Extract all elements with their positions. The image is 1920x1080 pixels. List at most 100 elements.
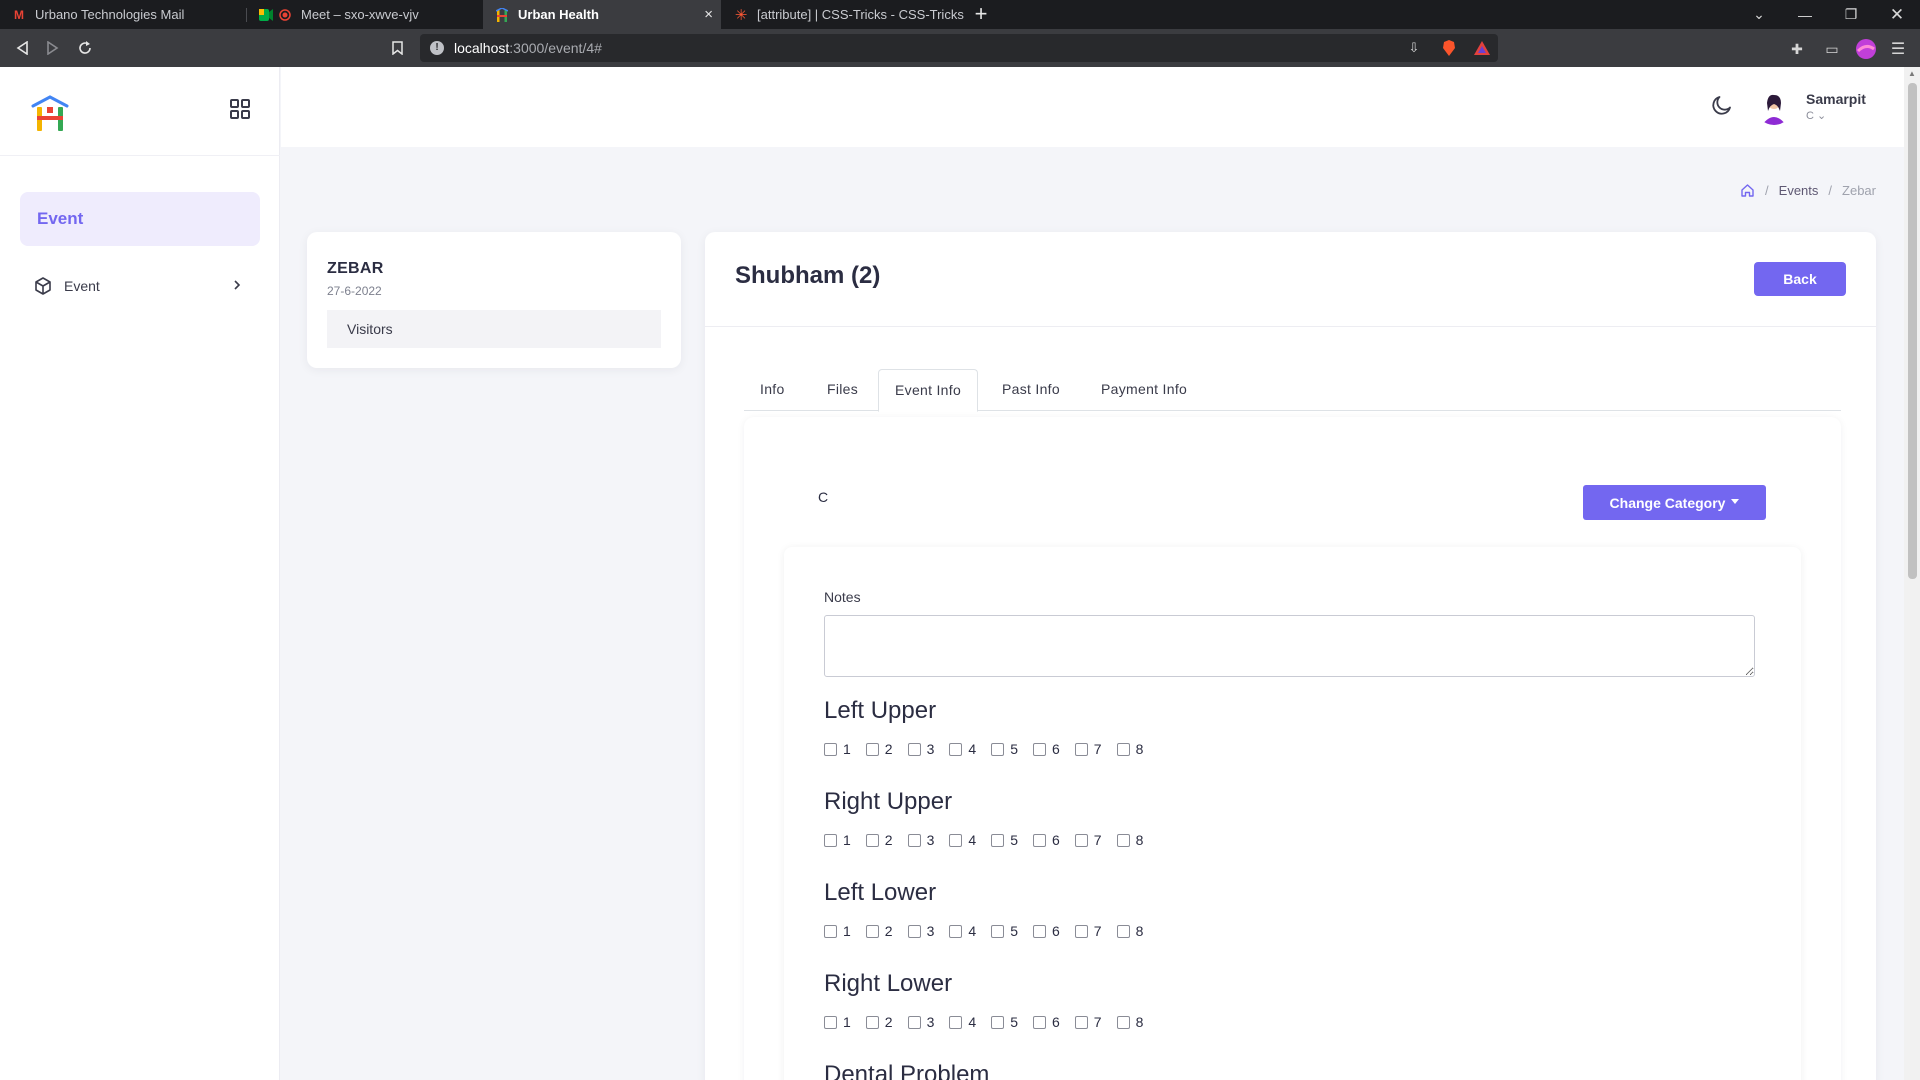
tooth-checkbox[interactable]: 8	[1116, 741, 1143, 757]
tooth-checkbox[interactable]: 2	[865, 832, 893, 848]
checkbox[interactable]	[1116, 1015, 1130, 1029]
close-tab-icon[interactable]: ×	[704, 6, 713, 23]
tooth-checkbox[interactable]: 5	[991, 832, 1018, 848]
extensions-icon[interactable]: ✚	[1787, 39, 1807, 59]
checkbox[interactable]	[949, 1015, 963, 1029]
tooth-checkbox[interactable]: 1	[824, 741, 851, 757]
checkbox[interactable]	[1116, 924, 1130, 938]
tooth-checkbox[interactable]: 4	[949, 1014, 976, 1030]
bookmark-icon[interactable]	[384, 35, 410, 61]
brave-shield-icon[interactable]	[1440, 39, 1458, 57]
notes-textarea[interactable]	[824, 615, 1755, 677]
browser-tab-meet[interactable]: Meet – sxo-xwve-vjv	[247, 0, 482, 29]
checkbox[interactable]	[949, 742, 963, 756]
browser-tab-css-tricks[interactable]: ✳ [attribute] | CSS-Tricks - CSS-Tricks	[722, 0, 967, 29]
checkbox[interactable]	[991, 833, 1005, 847]
tooth-checkbox[interactable]: 1	[824, 832, 851, 848]
checkbox[interactable]	[1116, 833, 1130, 847]
checkbox[interactable]	[1074, 1015, 1088, 1029]
checkbox[interactable]	[1032, 742, 1046, 756]
checkbox[interactable]	[865, 833, 879, 847]
scroll-up-icon[interactable]: ▲	[1908, 69, 1916, 78]
back-button[interactable]: Back	[1754, 262, 1846, 296]
tooth-checkbox[interactable]: 5	[991, 741, 1018, 757]
checkbox[interactable]	[865, 742, 879, 756]
checkbox[interactable]	[865, 924, 879, 938]
checkbox[interactable]	[824, 742, 837, 756]
app-logo[interactable]	[30, 94, 70, 134]
tooth-checkbox[interactable]: 7	[1074, 741, 1102, 757]
checkbox[interactable]	[907, 924, 921, 938]
new-tab-button[interactable]: +	[969, 3, 993, 27]
tooth-checkbox[interactable]: 6	[1032, 832, 1060, 848]
checkbox[interactable]	[1032, 833, 1046, 847]
tooth-checkbox[interactable]: 6	[1032, 923, 1060, 939]
change-category-button[interactable]: Change Category	[1583, 485, 1766, 520]
tab-past-info[interactable]: Past Info	[986, 369, 1076, 411]
menu-icon[interactable]: ☰	[1888, 39, 1908, 59]
tab-payment-info[interactable]: Payment Info	[1085, 369, 1203, 411]
checkbox[interactable]	[907, 833, 921, 847]
tooth-checkbox[interactable]: 7	[1074, 923, 1102, 939]
checkbox[interactable]	[824, 1015, 837, 1029]
minimize-button[interactable]: —	[1782, 0, 1828, 29]
tooth-checkbox[interactable]: 4	[949, 741, 976, 757]
checkbox[interactable]	[1074, 742, 1088, 756]
site-info-icon[interactable]: !	[430, 41, 444, 55]
tooth-checkbox[interactable]: 3	[907, 923, 934, 939]
sidebar-section-event[interactable]: Event	[20, 192, 260, 246]
scrollbar-thumb[interactable]	[1908, 83, 1917, 579]
checkbox[interactable]	[991, 742, 1005, 756]
breadcrumb-events[interactable]: Events	[1779, 183, 1819, 198]
tooth-checkbox[interactable]: 2	[865, 923, 893, 939]
dark-mode-moon-icon[interactable]	[1710, 93, 1734, 117]
install-app-icon[interactable]: ⇩	[1405, 39, 1423, 57]
tooth-checkbox[interactable]: 4	[949, 832, 976, 848]
tab-event-info[interactable]: Event Info	[878, 369, 979, 412]
url-field[interactable]: ! localhost:3000/event/4# ⇩	[420, 34, 1498, 62]
checkbox[interactable]	[824, 924, 837, 938]
close-window-button[interactable]: ✕	[1874, 0, 1920, 29]
user-name[interactable]: Samarpit	[1806, 91, 1866, 107]
checkbox[interactable]	[1116, 742, 1130, 756]
grid-menu-icon[interactable]	[228, 97, 252, 121]
tooth-checkbox[interactable]: 1	[824, 923, 851, 939]
tooth-checkbox[interactable]: 6	[1032, 741, 1060, 757]
tooth-checkbox[interactable]: 6	[1032, 1014, 1060, 1030]
browser-tab-urban-health[interactable]: Urban Health ×	[483, 0, 721, 29]
checkbox[interactable]	[907, 742, 921, 756]
checkbox[interactable]	[1074, 924, 1088, 938]
checkbox[interactable]	[1032, 1015, 1046, 1029]
back-nav-icon[interactable]	[9, 35, 35, 61]
tooth-checkbox[interactable]: 8	[1116, 923, 1143, 939]
browser-tab-gmail[interactable]: M Urbano Technologies Mail	[0, 0, 246, 29]
page-scrollbar[interactable]: ▲	[1904, 67, 1920, 1080]
tooth-checkbox[interactable]: 3	[907, 1014, 934, 1030]
forward-nav-icon[interactable]	[40, 35, 66, 61]
restore-button[interactable]: ❐	[1828, 0, 1874, 29]
tooth-checkbox[interactable]: 5	[991, 1014, 1018, 1030]
home-icon[interactable]	[1740, 183, 1755, 198]
tooth-checkbox[interactable]: 2	[865, 741, 893, 757]
tab-search-chevron-icon[interactable]: ⌄	[1736, 0, 1782, 29]
tooth-checkbox[interactable]: 8	[1116, 832, 1143, 848]
tooth-checkbox[interactable]: 1	[824, 1014, 851, 1030]
tooth-checkbox[interactable]: 7	[1074, 832, 1102, 848]
checkbox[interactable]	[907, 1015, 921, 1029]
wallet-icon[interactable]: ▭	[1822, 39, 1842, 59]
tooth-checkbox[interactable]: 2	[865, 1014, 893, 1030]
visitors-link[interactable]: Visitors	[327, 310, 661, 348]
checkbox[interactable]	[1032, 924, 1046, 938]
tab-info[interactable]: Info	[744, 369, 801, 411]
profile-avatar-icon[interactable]	[1856, 39, 1876, 59]
checkbox[interactable]	[1074, 833, 1088, 847]
tooth-checkbox[interactable]: 5	[991, 923, 1018, 939]
avatar[interactable]	[1756, 89, 1792, 125]
sidebar-item-event[interactable]: Event	[20, 266, 260, 306]
brave-rewards-icon[interactable]	[1473, 39, 1491, 57]
checkbox[interactable]	[949, 924, 963, 938]
tooth-checkbox[interactable]: 7	[1074, 1014, 1102, 1030]
user-role[interactable]: C ⌄	[1806, 109, 1826, 122]
checkbox[interactable]	[824, 833, 837, 847]
reload-icon[interactable]	[72, 35, 98, 61]
